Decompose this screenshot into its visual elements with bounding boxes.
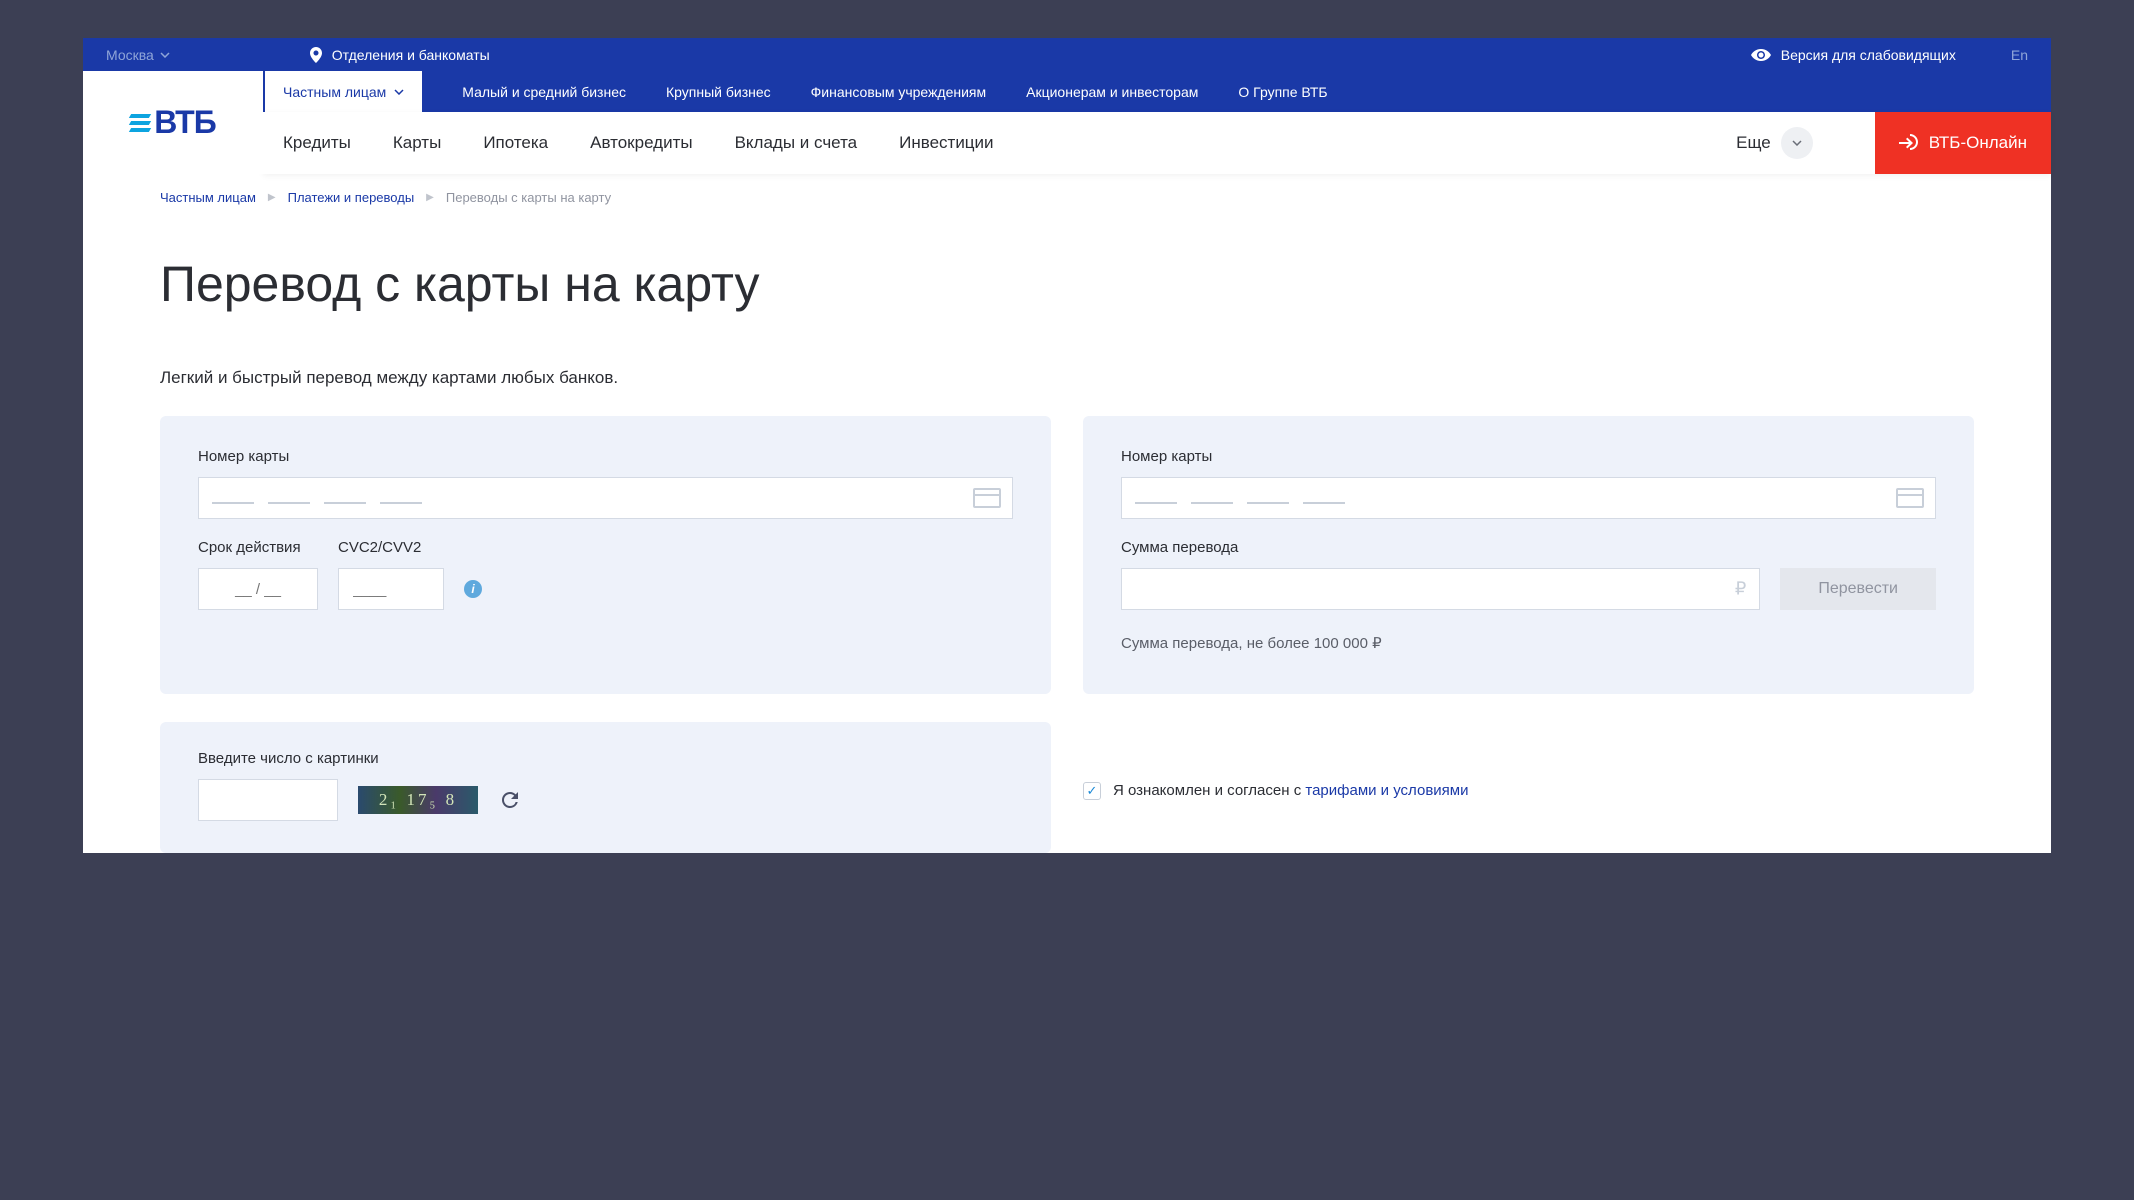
amount-label: Сумма перевода [1121, 539, 1936, 556]
nav-header: ВТБ Частным лицам Малый и средний бизнес… [83, 71, 2051, 174]
nav-more-button [1781, 127, 1813, 159]
chevron-down-icon [1792, 140, 1802, 146]
limit-text: Сумма перевода, не более 100 000 ₽ [1121, 634, 1936, 652]
chevron-down-icon [160, 52, 170, 58]
logo-stripes-icon [130, 114, 150, 132]
segment-tab[interactable]: Финансовым учреждениям [811, 84, 986, 100]
source-card-input-wrap [198, 477, 1013, 519]
dest-card-panel: Номер карты Сумма перевода ₽ Перевести [1083, 416, 1974, 694]
login-icon [1899, 134, 1919, 152]
segment-active-label: Частным лицам [283, 84, 386, 100]
card-icon [973, 488, 1001, 508]
breadcrumb-link[interactable]: Частным лицам [160, 190, 256, 205]
source-card-input[interactable] [198, 477, 1013, 519]
dest-card-input[interactable] [1121, 477, 1936, 519]
amount-row: ₽ Перевести [1121, 568, 1936, 610]
top-bar: Москва Отделения и банкоматы Версия для … [83, 38, 2051, 71]
page-subtitle: Легкий и быстрый перевод между картами л… [160, 368, 1974, 388]
vtb-online-button[interactable]: ВТБ-Онлайн [1875, 112, 2051, 174]
terms-row: ✓ Я ознакомлен и согласен с тарифами и у… [1083, 722, 1469, 853]
terms-link[interactable]: тарифами и условиями [1305, 782, 1468, 799]
branches-label: Отделения и банкоматы [332, 47, 490, 63]
dest-card-input-wrap [1121, 477, 1936, 519]
amount-input[interactable] [1121, 568, 1760, 610]
cvc-input[interactable] [338, 568, 444, 610]
nav-item-autoloan[interactable]: Автокредиты [590, 133, 692, 153]
nav-item-credits[interactable]: Кредиты [283, 133, 351, 153]
nav-item-deposits[interactable]: Вклады и счета [735, 133, 858, 153]
nav-item-investments[interactable]: Инвестиции [899, 133, 993, 153]
nav-item-mortgage[interactable]: Ипотека [483, 133, 548, 153]
segment-tab[interactable]: Малый и средний бизнес [462, 84, 626, 100]
ruble-icon: ₽ [1735, 579, 1746, 600]
source-card-label: Номер карты [198, 448, 1013, 465]
breadcrumb-link[interactable]: Платежи и переводы [288, 190, 415, 205]
breadcrumb-current: Переводы с карты на карту [446, 190, 611, 205]
source-extras-row: Срок действия CVC2/CVV2 i [198, 539, 1013, 610]
main-nav: Кредиты Карты Ипотека Автокредиты Вклады… [263, 112, 2051, 174]
captcha-image: 2₁ 17₅ 8 [358, 786, 478, 814]
low-vision-label: Версия для слабовидящих [1781, 47, 1956, 63]
amount-input-wrap: ₽ [1121, 568, 1760, 610]
language-link[interactable]: En [2011, 47, 2028, 63]
chevron-down-icon [394, 89, 404, 95]
dest-card-label: Номер карты [1121, 448, 1936, 465]
page-title: Перевод с карты на карту [160, 255, 1974, 313]
vtb-logo: ВТБ [130, 104, 215, 141]
segment-tab-active[interactable]: Частным лицам [265, 71, 422, 112]
captcha-input[interactable] [198, 779, 338, 821]
nav-item-cards[interactable]: Карты [393, 133, 441, 153]
content-area: Частным лицам ▶ Платежи и переводы ▶ Пер… [83, 174, 2051, 853]
refresh-icon[interactable] [498, 788, 522, 812]
segment-bar: Частным лицам Малый и средний бизнес Кру… [263, 71, 2051, 112]
chevron-right-icon: ▶ [268, 192, 276, 203]
captcha-row: 2₁ 17₅ 8 [198, 779, 1013, 821]
expiry-label: Срок действия [198, 539, 318, 556]
terms-prefix: Я ознакомлен и согласен с [1113, 782, 1305, 799]
segment-tab[interactable]: О Группе ВТБ [1238, 84, 1327, 100]
cvc-label: CVC2/CVV2 [338, 539, 444, 556]
location-pin-icon [310, 47, 322, 63]
page-wrapper: Москва Отделения и банкоматы Версия для … [83, 38, 2051, 853]
branches-link[interactable]: Отделения и банкоматы [310, 47, 490, 63]
city-name: Москва [106, 47, 154, 63]
nav-more[interactable]: Еще [1736, 127, 1813, 159]
second-row: Введите число с картинки 2₁ 17₅ 8 ✓ Я оз… [160, 722, 1974, 853]
chevron-right-icon: ▶ [426, 192, 434, 203]
low-vision-link[interactable]: Версия для слабовидящих [1751, 47, 1956, 63]
source-card-panel: Номер карты Срок действия CVC2/CVV2 [160, 416, 1051, 694]
nav-right-column: Частным лицам Малый и средний бизнес Кру… [263, 71, 2051, 174]
captcha-panel: Введите число с картинки 2₁ 17₅ 8 [160, 722, 1051, 853]
terms-checkbox[interactable]: ✓ [1083, 782, 1101, 800]
expiry-input[interactable] [198, 568, 318, 610]
nav-more-label: Еще [1736, 133, 1771, 153]
info-icon[interactable]: i [464, 580, 482, 598]
vtb-online-label: ВТБ-Онлайн [1929, 133, 2027, 153]
card-icon [1896, 488, 1924, 508]
eye-icon [1751, 49, 1771, 61]
logo-text: ВТБ [154, 104, 215, 141]
city-selector[interactable]: Москва [106, 47, 170, 63]
submit-button[interactable]: Перевести [1780, 568, 1936, 610]
segment-tab[interactable]: Крупный бизнес [666, 84, 771, 100]
segment-tab[interactable]: Акционерам и инвесторам [1026, 84, 1198, 100]
captcha-label: Введите число с картинки [198, 750, 1013, 767]
logo-area[interactable]: ВТБ [83, 71, 263, 174]
transfer-form-row: Номер карты Срок действия CVC2/CVV2 [160, 416, 1974, 694]
breadcrumb: Частным лицам ▶ Платежи и переводы ▶ Пер… [160, 190, 1974, 205]
